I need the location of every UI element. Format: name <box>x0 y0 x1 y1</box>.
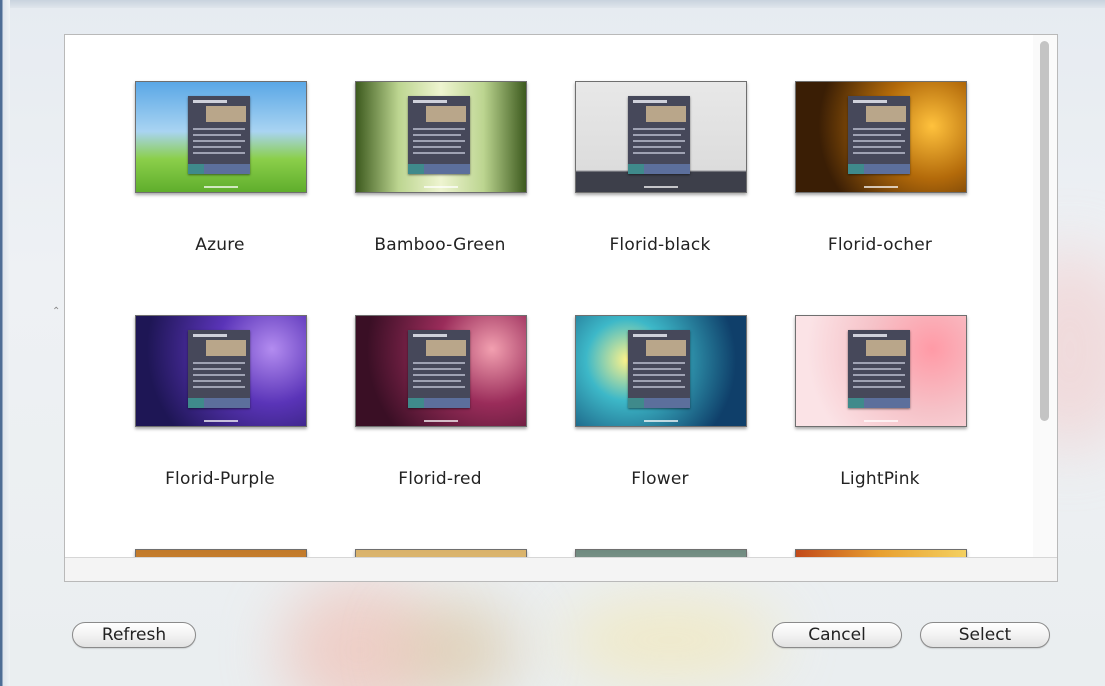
theme-name-label: Bamboo-Green <box>374 235 506 255</box>
page-indicator <box>644 420 678 422</box>
theme-thumbnail[interactable] <box>575 549 747 557</box>
window-top-edge <box>0 0 1105 8</box>
theme-name-label: Florid-Purple <box>165 469 275 489</box>
theme-picker-panel: Azure Bamboo-Green Florid-black Florid-oche… <box>64 34 1058 582</box>
theme-thumbnail[interactable] <box>355 81 527 193</box>
flipbook-preview-icon <box>628 330 690 408</box>
flipbook-preview-icon <box>628 96 690 174</box>
theme-thumbnail[interactable] <box>135 549 307 557</box>
theme-name-label: Flower <box>631 469 689 489</box>
flipbook-preview-icon <box>408 330 470 408</box>
page-indicator <box>424 186 458 188</box>
theme-thumbnail[interactable] <box>795 81 967 193</box>
theme-grid: Azure Bamboo-Green Florid-black Florid-oche… <box>65 35 1033 557</box>
scrollbar-thumb[interactable] <box>1040 41 1049 421</box>
flipbook-preview-icon <box>188 330 250 408</box>
theme-thumbnail[interactable] <box>795 549 967 557</box>
theme-thumbnail[interactable] <box>795 315 967 427</box>
select-button[interactable]: Select <box>920 622 1050 648</box>
theme-thumbnail[interactable] <box>575 315 747 427</box>
theme-name-label: Florid-red <box>398 469 482 489</box>
theme-thumbnail[interactable] <box>135 81 307 193</box>
theme-name-label: Florid-black <box>609 235 711 255</box>
refresh-button[interactable]: Refresh <box>72 622 196 648</box>
page-indicator <box>424 420 458 422</box>
window-left-edge <box>0 0 10 686</box>
theme-name-label: Florid-ocher <box>827 235 933 255</box>
theme-name-label: Azure <box>195 235 245 255</box>
flipbook-preview-icon <box>848 330 910 408</box>
page-indicator <box>864 420 898 422</box>
theme-thumbnail[interactable] <box>355 549 527 557</box>
page-indicator <box>204 186 238 188</box>
page-indicator <box>644 186 678 188</box>
resize-handle-icon: ⌃ <box>52 306 61 317</box>
page-indicator <box>864 186 898 188</box>
page-indicator <box>204 420 238 422</box>
vertical-scrollbar[interactable] <box>1033 35 1057 557</box>
panel-bottom-strip <box>65 557 1057 581</box>
flipbook-preview-icon <box>408 96 470 174</box>
theme-name-label: LightPink <box>840 469 920 489</box>
theme-thumbnail[interactable] <box>135 315 307 427</box>
theme-thumbnail[interactable] <box>355 315 527 427</box>
flipbook-preview-icon <box>848 96 910 174</box>
theme-thumbnail[interactable] <box>575 81 747 193</box>
flipbook-preview-icon <box>188 96 250 174</box>
cancel-button[interactable]: Cancel <box>772 622 902 648</box>
